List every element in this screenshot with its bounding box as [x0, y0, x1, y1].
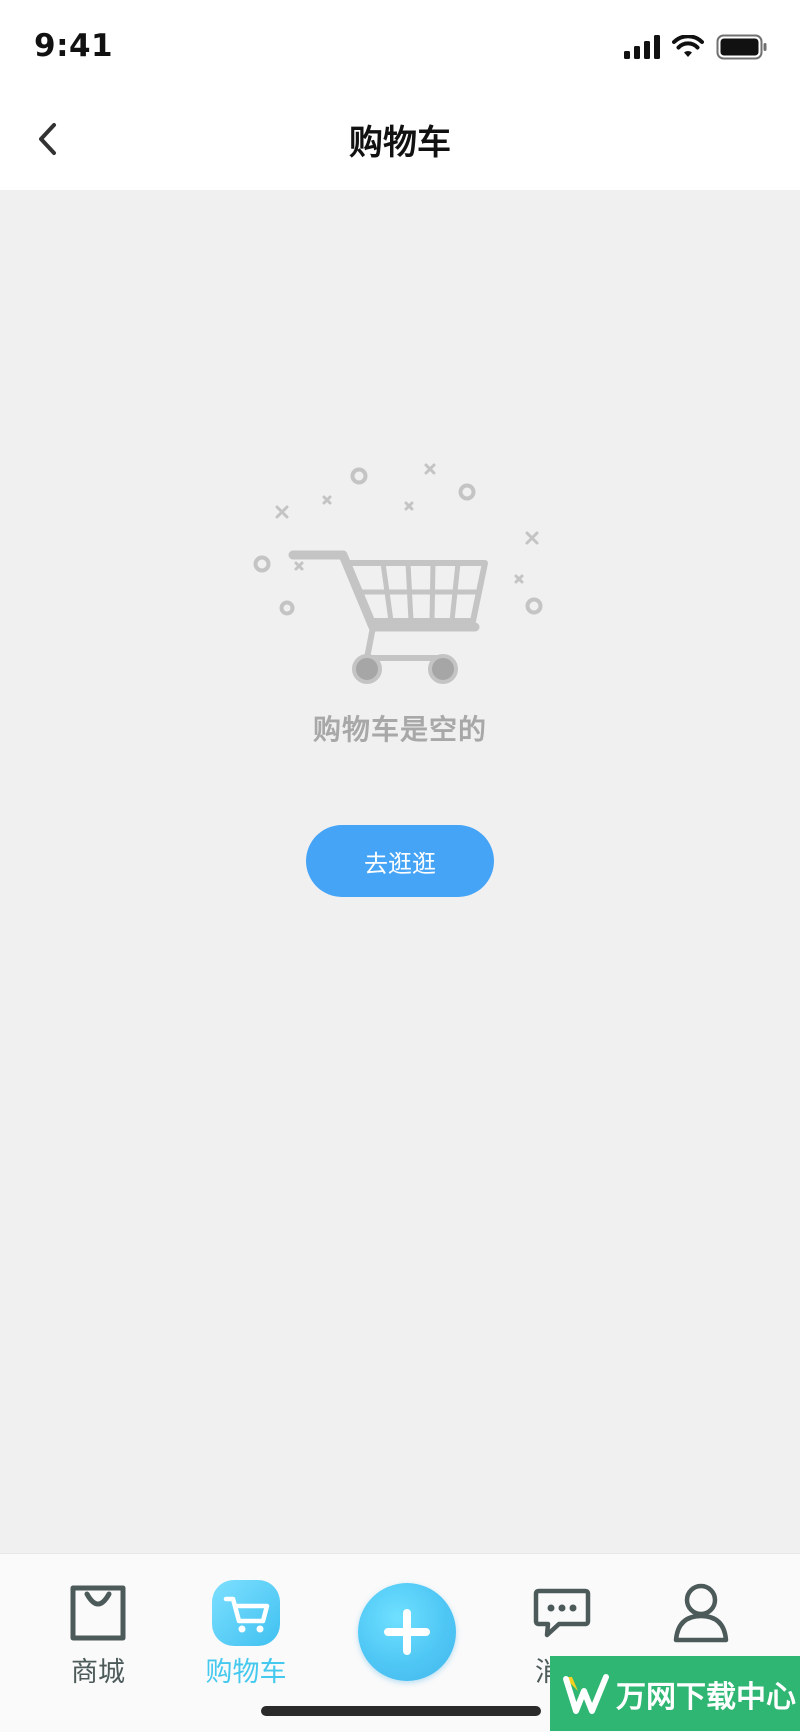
page-title: 购物车	[349, 123, 451, 163]
empty-cart-message: 购物车是空的	[312, 713, 487, 746]
chat-bubble-icon	[533, 1588, 591, 1638]
home-indicator	[261, 1706, 541, 1716]
battery-icon	[716, 34, 767, 60]
tab-mall-label: 商城	[71, 1657, 125, 1688]
tab-cart-label: 购物车	[205, 1657, 287, 1688]
w-logo-icon	[563, 1673, 609, 1714]
tab-cart[interactable]: 购物车	[186, 1578, 306, 1689]
cart-icon	[212, 1580, 280, 1646]
wifi-icon	[672, 35, 704, 57]
status-icons	[624, 32, 768, 62]
empty-cart-icon	[253, 463, 543, 684]
tab-mall[interactable]: 商城	[38, 1578, 158, 1689]
top-bar: 9:41 购物车	[0, 0, 800, 190]
watermark-text: 万网下载中心	[616, 1679, 796, 1715]
plus-icon	[384, 1609, 430, 1655]
add-button[interactable]	[358, 1583, 456, 1681]
watermark: 万网下载中心	[550, 1656, 800, 1731]
status-time: 9:41	[34, 28, 114, 64]
user-icon	[673, 1583, 729, 1643]
shopping-bag-icon	[70, 1585, 126, 1641]
signal-icon	[624, 35, 660, 59]
go-shopping-button[interactable]: 去逛逛	[306, 825, 494, 897]
